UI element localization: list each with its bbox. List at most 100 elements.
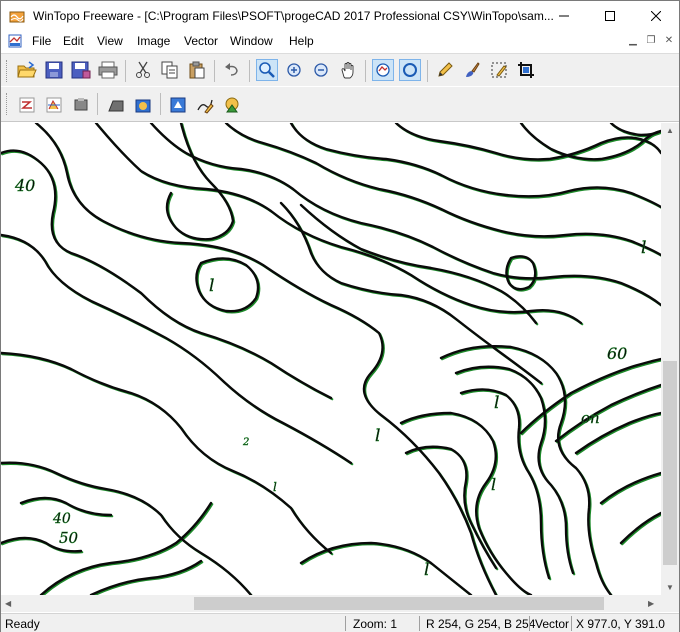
paste-icon <box>189 61 205 79</box>
edit-vectors-icon <box>197 99 214 114</box>
menu-file[interactable]: File <box>32 34 51 48</box>
map-label: l <box>641 238 646 258</box>
toolbar-separator <box>125 60 126 82</box>
map-label: l <box>424 560 429 580</box>
status-divider <box>345 616 346 631</box>
status-divider <box>571 616 572 631</box>
pencil-button[interactable] <box>434 59 456 81</box>
selection-button[interactable] <box>488 59 510 81</box>
status-zoom: Zoom: 1 <box>353 617 398 631</box>
zoom-out-button[interactable] <box>310 59 332 81</box>
threshold-button[interactable] <box>43 94 65 116</box>
map-label: 40 <box>52 511 71 527</box>
undo-icon <box>225 63 238 76</box>
mdi-close-button[interactable]: ✕ <box>662 34 676 48</box>
status-rgb: R 254, G 254, B 254 <box>426 617 536 631</box>
menu-edit[interactable]: Edit <box>63 34 84 48</box>
scrollbar-corner <box>661 595 679 612</box>
title-bar[interactable]: WinTopo Freeware - [C:\Program Files\PSO… <box>1 1 679 31</box>
open-icon <box>17 61 37 78</box>
vector-toolbar <box>1 87 679 122</box>
scroll-up-icon[interactable]: ▲ <box>666 126 674 135</box>
map-label: l <box>273 480 277 494</box>
toolbar-grip[interactable] <box>6 93 9 115</box>
document-icon[interactable] <box>8 34 22 48</box>
map-label: l <box>494 393 499 413</box>
status-bar: Ready Zoom: 1 R 254, G 254, B 254 Vector… <box>1 613 679 632</box>
cut-button[interactable] <box>132 59 154 81</box>
status-ready: Ready <box>5 617 40 631</box>
grayscale-button[interactable] <box>70 94 92 116</box>
menu-vector[interactable]: Vector <box>184 34 218 48</box>
pencil-icon <box>438 62 453 77</box>
map-label: l <box>491 475 496 494</box>
menu-window[interactable]: Window <box>230 34 273 48</box>
cut-icon <box>136 61 150 78</box>
menu-help[interactable]: Help <box>289 34 314 48</box>
menu-view[interactable]: View <box>97 34 123 48</box>
close-icon <box>651 11 661 21</box>
status-divider <box>419 616 420 631</box>
toolbar-grip[interactable] <box>6 60 9 82</box>
vertical-scroll-thumb[interactable] <box>663 361 677 565</box>
save-as-button[interactable] <box>70 59 92 81</box>
minimize-icon <box>559 15 569 17</box>
zoom-in-button[interactable] <box>283 59 305 81</box>
save-as-icon <box>71 61 91 79</box>
pan-hand-icon <box>341 62 354 79</box>
map-label: 50 <box>59 529 79 547</box>
vectorize-icon <box>135 99 151 113</box>
view-vector-icon <box>403 63 417 77</box>
save-button[interactable] <box>43 59 65 81</box>
thin-icon <box>19 97 35 113</box>
toolbar-separator <box>160 93 161 115</box>
vertical-scrollbar[interactable]: ▲ ▼ <box>661 123 679 595</box>
threshold-icon <box>46 97 62 113</box>
optimize-button[interactable] <box>221 94 243 116</box>
mdi-restore-button[interactable]: ❐ <box>644 34 658 48</box>
contour-map: 40 l l 60 l 2 l on l l 40 50 l <box>1 123 661 595</box>
scroll-right-icon[interactable]: ▶ <box>648 599 654 608</box>
thin-button[interactable] <box>16 94 38 116</box>
map-label: l <box>209 276 214 296</box>
selection-icon <box>491 62 507 78</box>
view-image-button[interactable] <box>372 59 394 81</box>
scroll-left-icon[interactable]: ◀ <box>5 599 11 608</box>
print-icon <box>98 61 118 79</box>
map-label: 2 <box>242 437 249 448</box>
maximize-button[interactable] <box>587 1 633 31</box>
pan-button[interactable] <box>337 59 359 81</box>
copy-button[interactable] <box>159 59 181 81</box>
one-touch-vectorize-icon <box>170 97 186 113</box>
print-button[interactable] <box>97 59 119 81</box>
grayscale-icon <box>74 98 88 111</box>
mdi-minimize-button[interactable]: ▁ <box>626 34 640 48</box>
close-button[interactable] <box>633 1 679 31</box>
undo-button[interactable] <box>221 59 243 81</box>
menu-image[interactable]: Image <box>137 34 170 48</box>
zoom-select-button[interactable] <box>256 59 278 81</box>
save-icon <box>45 61 63 79</box>
flatten-button[interactable] <box>105 94 127 116</box>
map-canvas[interactable]: 40 l l 60 l 2 l on l l 40 50 l <box>1 123 661 595</box>
crop-button[interactable] <box>515 59 537 81</box>
edit-vectors-button[interactable] <box>194 94 216 116</box>
brush-button[interactable] <box>461 59 483 81</box>
zoom-in-icon <box>287 63 301 77</box>
map-label: 60 <box>607 344 627 363</box>
paste-button[interactable] <box>186 59 208 81</box>
horizontal-scroll-thumb[interactable] <box>194 597 604 610</box>
maximize-icon <box>605 11 615 21</box>
minimize-button[interactable] <box>541 1 587 31</box>
scroll-down-icon[interactable]: ▼ <box>666 583 674 592</box>
view-vector-button[interactable] <box>399 59 421 81</box>
menu-bar: File Edit View Image Vector Window Help … <box>1 31 679 52</box>
one-touch-vectorize-button[interactable] <box>167 94 189 116</box>
toolbar-separator <box>365 60 366 82</box>
open-button[interactable] <box>16 59 38 81</box>
vectorize-button[interactable] <box>132 94 154 116</box>
toolbar-separator <box>97 93 98 115</box>
flatten-icon <box>108 100 124 112</box>
map-label: l <box>375 426 380 446</box>
horizontal-scrollbar[interactable]: ◀ ▶ <box>1 595 661 612</box>
